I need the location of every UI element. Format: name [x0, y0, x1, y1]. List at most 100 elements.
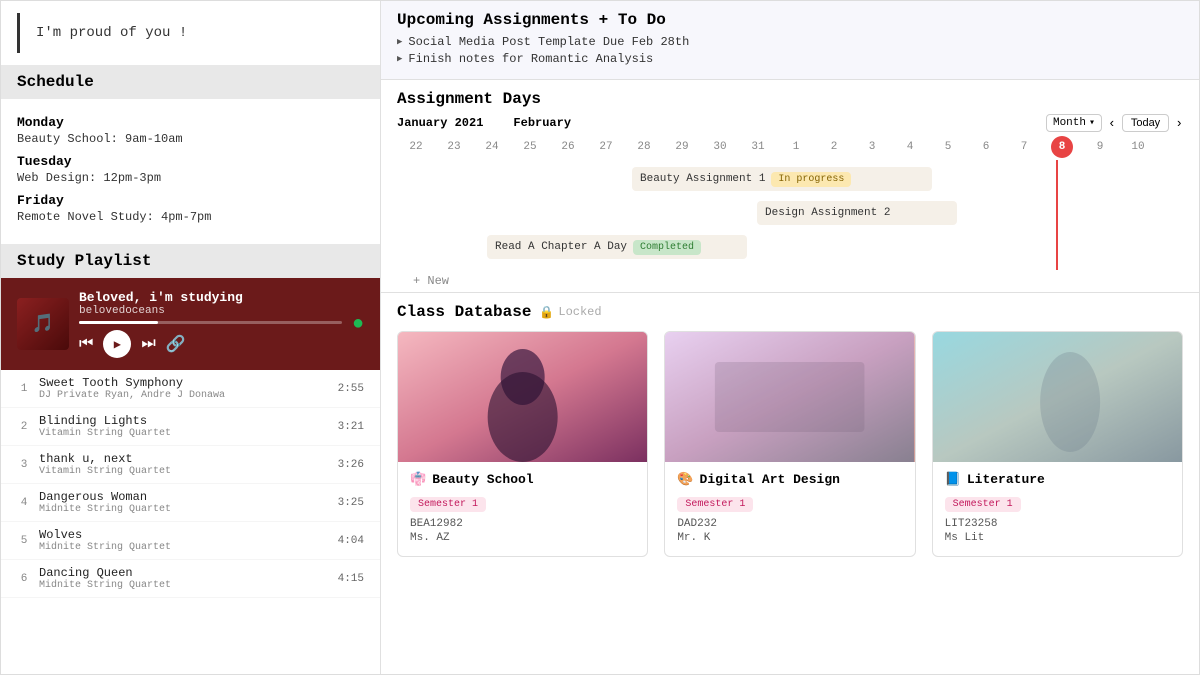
chevron-down-icon: ▾ — [1089, 117, 1095, 129]
prev-month-icon[interactable]: ‹ — [1108, 116, 1116, 131]
cal-date-24: 24 — [473, 141, 511, 153]
track-row-1[interactable]: 1 Sweet Tooth Symphony DJ Private Ryan, … — [1, 370, 380, 408]
lit-semester: Semester 1 — [945, 497, 1021, 512]
gantt-bar-beauty[interactable]: Beauty Assignment 1 In progress — [632, 167, 932, 191]
card-title-design: 🎨 Digital Art Design — [677, 472, 902, 487]
gantt-badge-beauty: In progress — [771, 172, 851, 187]
month-dropdown[interactable]: Month ▾ — [1046, 114, 1102, 132]
lit-teacher: Ms Lit — [945, 532, 1170, 544]
quote-text: I'm proud of you ! — [36, 25, 187, 41]
new-row-button[interactable]: + New — [397, 270, 1183, 292]
lit-title-text: Literature — [967, 472, 1045, 487]
cal-date-4: 4 — [891, 141, 929, 153]
track-name-6: Dancing Queen — [39, 566, 330, 580]
track-num-1: 1 — [17, 383, 31, 395]
track-duration-3: 3:26 — [338, 459, 364, 471]
cal-date-3: 3 — [853, 141, 891, 153]
class-db-title-text: Class Database — [397, 303, 531, 321]
today-button[interactable]: Today — [1122, 114, 1169, 132]
track-duration-6: 4:15 — [338, 573, 364, 585]
cal-date-5: 5 — [929, 141, 967, 153]
track-row-6[interactable]: 6 Dancing Queen Midnite String Quartet 4… — [1, 560, 380, 598]
progress-bar[interactable] — [79, 321, 342, 324]
player-controls: ⏮ ▶ ⏭ 🔗 — [79, 330, 342, 358]
design-title-text: Digital Art Design — [700, 472, 840, 487]
spotify-icon: ● — [352, 313, 364, 336]
cal-date-27: 27 — [587, 141, 625, 153]
lit-icon: 📘 — [945, 472, 961, 487]
schedule-day-monday: Monday — [17, 115, 364, 130]
beauty-teacher: Ms. AZ — [410, 532, 635, 544]
upcoming-item-1: Social Media Post Template Due Feb 28th — [397, 35, 1183, 49]
playlist-title: Study Playlist — [17, 252, 364, 270]
track-duration-2: 3:21 — [338, 421, 364, 433]
card-image-design — [665, 332, 914, 462]
track-artist-5: Midnite String Quartet — [39, 542, 330, 553]
track-info-2: Blinding Lights Vitamin String Quartet — [39, 414, 330, 439]
progress-fill — [79, 321, 158, 324]
gantt-label-beauty: Beauty Assignment 1 — [640, 173, 765, 185]
next-icon[interactable]: ⏭ — [141, 335, 155, 353]
track-artist-2: Vitamin String Quartet — [39, 428, 330, 439]
beauty-semester: Semester 1 — [410, 497, 486, 512]
next-month-icon[interactable]: › — [1175, 116, 1183, 131]
cal-date-7: 7 — [1005, 141, 1043, 153]
lock-icon: 🔒 — [539, 305, 554, 320]
cal-date-25: 25 — [511, 141, 549, 153]
upcoming-item-2-text: Finish notes for Romantic Analysis — [408, 52, 653, 66]
class-cards: 👘 Beauty School Semester 1 BEA12982 Ms. … — [397, 331, 1183, 557]
track-duration-1: 2:55 — [338, 383, 364, 395]
gantt-bar-design[interactable]: Design Assignment 2 — [757, 201, 957, 225]
app-container: I'm proud of you ! Schedule Monday Beaut… — [0, 0, 1200, 675]
gantt-bar-read[interactable]: Read A Chapter A Day Completed — [487, 235, 747, 259]
track-name-1: Sweet Tooth Symphony — [39, 376, 330, 390]
assignment-days-title: Assignment Days — [397, 90, 1183, 108]
play-button[interactable]: ▶ — [103, 330, 131, 358]
track-duration-4: 3:25 — [338, 497, 364, 509]
schedule-content: Monday Beauty School: 9am-10am Tuesday W… — [1, 99, 380, 236]
cal-date-today: 8 — [1051, 136, 1073, 158]
today-line — [1056, 160, 1058, 270]
prev-icon[interactable]: ⏮ — [79, 335, 93, 353]
track-row-5[interactable]: 5 Wolves Midnite String Quartet 4:04 — [1, 522, 380, 560]
track-row-3[interactable]: 3 thank u, next Vitamin String Quartet 3… — [1, 446, 380, 484]
cal-date-9: 9 — [1081, 141, 1119, 153]
upcoming-title: Upcoming Assignments + To Do — [397, 11, 1183, 29]
player-song-title: Beloved, i'm studying — [79, 290, 342, 305]
assignment-days-section: Assignment Days January 2021 February Mo… — [381, 80, 1199, 293]
card-body-beauty: 👘 Beauty School Semester 1 BEA12982 Ms. … — [398, 462, 647, 556]
cal-date-26: 26 — [549, 141, 587, 153]
schedule-header: Schedule — [1, 65, 380, 99]
card-image-beauty — [398, 332, 647, 462]
calendar-months: January 2021 February — [397, 116, 571, 130]
class-card-beauty[interactable]: 👘 Beauty School Semester 1 BEA12982 Ms. … — [397, 331, 648, 557]
gantt-row-design: Design Assignment 2 — [397, 198, 1183, 228]
track-row-2[interactable]: 2 Blinding Lights Vitamin String Quartet… — [1, 408, 380, 446]
track-num-2: 2 — [17, 421, 31, 433]
schedule-item-friday: Remote Novel Study: 4pm-7pm — [17, 210, 364, 224]
gantt-row-read: Read A Chapter A Day Completed — [397, 232, 1183, 262]
track-duration-5: 4:04 — [338, 535, 364, 547]
cal-date-22: 22 — [397, 141, 435, 153]
card-body-lit: 📘 Literature Semester 1 LIT23258 Ms Lit — [933, 462, 1182, 556]
card-title-beauty: 👘 Beauty School — [410, 472, 635, 487]
cal-date-23: 23 — [435, 141, 473, 153]
class-card-design[interactable]: 🎨 Digital Art Design Semester 1 DAD232 M… — [664, 331, 915, 557]
schedule-day-friday: Friday — [17, 193, 364, 208]
playlist-items: 1 Sweet Tooth Symphony DJ Private Ryan, … — [1, 370, 380, 674]
share-icon[interactable]: 🔗 — [166, 334, 186, 354]
gantt-area: Beauty Assignment 1 In progress Design A… — [397, 160, 1183, 270]
card-image-lit — [933, 332, 1182, 462]
upcoming-item-2: Finish notes for Romantic Analysis — [397, 52, 1183, 66]
album-art: 🎵 — [17, 298, 69, 350]
player-widget: 🎵 Beloved, i'm studying belovedoceans ⏮ … — [1, 278, 380, 370]
new-label: + New — [413, 274, 449, 288]
track-name-3: thank u, next — [39, 452, 330, 466]
track-name-2: Blinding Lights — [39, 414, 330, 428]
design-icon: 🎨 — [677, 472, 693, 487]
beauty-code: BEA12982 — [410, 518, 635, 530]
player-info: Beloved, i'm studying belovedoceans ⏮ ▶ … — [79, 290, 342, 358]
class-card-lit[interactable]: 📘 Literature Semester 1 LIT23258 Ms Lit — [932, 331, 1183, 557]
track-row-4[interactable]: 4 Dangerous Woman Midnite String Quartet… — [1, 484, 380, 522]
player-artist: belovedoceans — [79, 305, 342, 317]
